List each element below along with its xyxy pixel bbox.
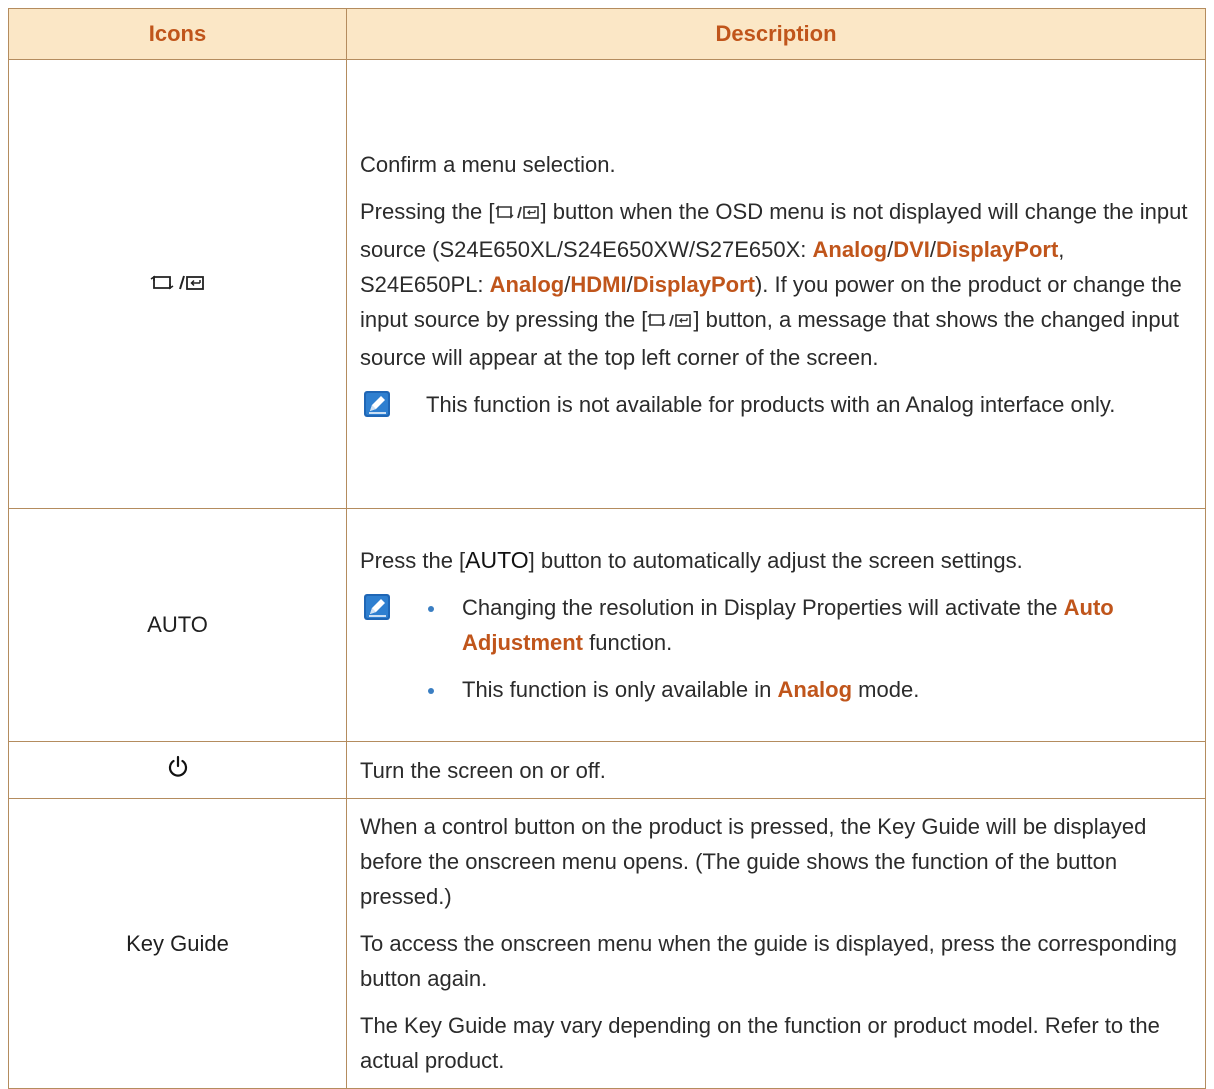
source-enter-icon	[647, 305, 693, 340]
header-description: Description	[346, 8, 1206, 60]
text-fragment: ] button to automatically adjust the scr…	[528, 548, 1023, 573]
desc-keyguide-3: The Key Guide may vary depending on the …	[360, 1013, 1160, 1073]
text-fragment: mode.	[852, 677, 920, 702]
note-bullet-list: Changing the resolution in Display Prope…	[426, 590, 1193, 707]
text-fragment: This function is only available in	[462, 677, 778, 702]
key-guide-label: Key Guide	[126, 930, 229, 956]
desc-keyguide-2: To access the onscreen menu when the gui…	[360, 931, 1177, 991]
icon-cell-power	[8, 741, 347, 799]
highlight-displayport: DisplayPort	[936, 236, 1059, 262]
list-item: This function is only available in Analo…	[426, 672, 1193, 707]
power-icon	[167, 755, 189, 785]
highlight-displayport: DisplayPort	[632, 271, 755, 297]
icon-cell-auto: AUTO	[8, 508, 347, 742]
note-list-container: Changing the resolution in Display Prope…	[412, 590, 1193, 707]
highlight-analog: Analog	[812, 236, 888, 262]
source-enter-icon	[150, 273, 206, 299]
desc-power: Turn the screen on or off.	[360, 757, 606, 783]
highlight-analog: Analog	[489, 271, 565, 297]
source-enter-icon	[495, 197, 541, 232]
table-row: AUTO Press the [AUTO] button to automati…	[8, 508, 1206, 742]
note-block: Changing the resolution in Display Prope…	[360, 590, 1193, 707]
list-item: Changing the resolution in Display Prope…	[426, 590, 1193, 660]
table-row: Key Guide When a control button on the p…	[8, 798, 1206, 1089]
desc-cell-source: Confirm a menu selection. Pressing the […	[346, 59, 1206, 509]
note-block: This function is not available for produ…	[360, 387, 1193, 422]
auto-key-label: AUTO	[465, 547, 529, 573]
table-header-row: Icons Description	[8, 8, 1206, 60]
table-row: Confirm a menu selection. Pressing the […	[8, 59, 1206, 509]
function-table: Icons Description Confirm a menu selecti…	[8, 8, 1206, 1089]
desc-confirm: Confirm a menu selection.	[360, 151, 616, 177]
highlight-dvi: DVI	[893, 236, 930, 262]
desc-auto-paragraph: Press the [AUTO] button to automatically…	[360, 543, 1193, 578]
desc-cell-auto: Press the [AUTO] button to automatically…	[346, 508, 1206, 742]
desc-source-paragraph: Pressing the [] button when the OSD menu…	[360, 194, 1193, 375]
table-row: Turn the screen on or off.	[8, 741, 1206, 799]
note-text: This function is not available for produ…	[426, 391, 1116, 417]
icon-cell-source	[8, 59, 347, 509]
text-fragment: Press the [	[360, 548, 466, 573]
note-pencil-icon	[364, 390, 390, 417]
note-pencil-icon	[364, 594, 390, 620]
desc-cell-keyguide: When a control button on the product is …	[346, 798, 1206, 1089]
auto-label: AUTO	[147, 612, 208, 637]
text-fragment: function.	[583, 630, 673, 655]
highlight-analog: Analog	[777, 677, 853, 702]
text-fragment: Pressing the [	[360, 198, 495, 224]
icon-cell-keyguide: Key Guide	[8, 798, 347, 1089]
text-fragment: Changing the resolution in Display Prope…	[462, 595, 1064, 620]
header-icons: Icons	[8, 8, 347, 60]
desc-cell-power: Turn the screen on or off.	[346, 741, 1206, 799]
desc-keyguide-1: When a control button on the product is …	[360, 814, 1147, 909]
highlight-hdmi: HDMI	[570, 271, 627, 297]
